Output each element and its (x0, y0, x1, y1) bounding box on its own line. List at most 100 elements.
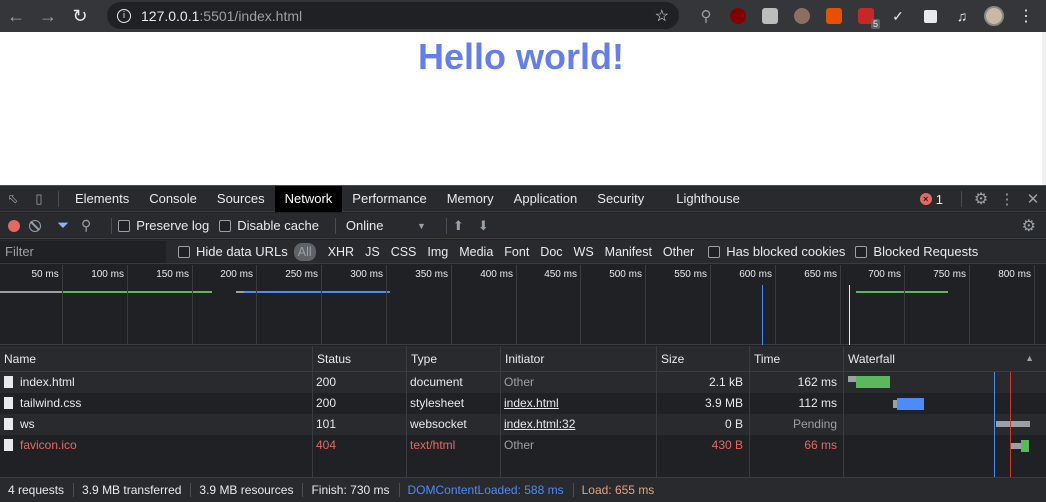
overview-tick-label: 200 ms (220, 269, 253, 280)
resources-size: 3.9 MB resources (191, 483, 304, 497)
more-options-icon[interactable]: ⋮ (994, 186, 1020, 212)
row-type: document (410, 375, 463, 389)
row-initiator-link[interactable]: index.html:32 (504, 414, 656, 435)
page-scrollbar[interactable] (1042, 32, 1046, 185)
throttling-select[interactable]: Online ▼ (346, 218, 426, 233)
overview-tick-label: 700 ms (868, 269, 901, 280)
row-initiator-link[interactable]: index.html (504, 393, 656, 414)
back-icon[interactable]: ← (0, 0, 32, 32)
checkbox-box[interactable] (855, 245, 868, 258)
extension-icon-3[interactable] (786, 0, 818, 32)
extension-icon-5[interactable]: 5 (850, 0, 882, 32)
settings-gear-icon[interactable]: ⚙ (968, 186, 994, 212)
filter-type-all[interactable]: All (293, 242, 316, 261)
column-type[interactable]: Type (406, 346, 500, 372)
disable-cache-checkbox[interactable]: Disable cache (219, 218, 319, 233)
tab-elements[interactable]: Elements (65, 186, 139, 212)
sort-ascending-icon[interactable]: ▲ (1025, 353, 1034, 363)
close-icon[interactable]: ✕ (1020, 186, 1046, 212)
tab-network[interactable]: Network (274, 185, 343, 212)
overview-bar-stylesheet (236, 291, 244, 293)
bookmark-star-icon[interactable]: ☆ (655, 6, 669, 26)
tab-lighthouse[interactable]: Lighthouse (666, 186, 750, 212)
filter-type-font[interactable]: Font (500, 243, 533, 261)
overview-gridline (840, 265, 841, 345)
checkbox-box[interactable] (118, 219, 131, 232)
filter-type-manifest[interactable]: Manifest (601, 243, 656, 261)
inspect-icon[interactable]: ⬁ (0, 186, 26, 212)
tab-security[interactable]: Security (587, 186, 654, 212)
checkbox-box[interactable] (219, 219, 232, 232)
filter-type-img[interactable]: Img (423, 243, 452, 261)
overview-bar-stylesheet-download (244, 291, 390, 293)
network-overview[interactable]: 50 ms 100 ms 150 ms 200 ms 250 ms 300 ms 350 m… (0, 265, 1046, 345)
import-har-icon[interactable]: ⬆ (453, 218, 464, 234)
tab-console[interactable]: Console (139, 186, 207, 212)
error-counter[interactable]: × 1 (919, 191, 943, 207)
search-icon[interactable]: ⚲ (81, 217, 91, 234)
column-name[interactable]: Name (0, 346, 312, 372)
tab-performance[interactable]: Performance (342, 186, 436, 212)
filter-funnel-icon[interactable]: ⏷ (57, 217, 69, 234)
overview-tick-label: 400 ms (480, 269, 513, 280)
export-har-icon[interactable]: ⬇ (478, 218, 489, 234)
overview-gridline (386, 265, 387, 345)
filter-type-ws[interactable]: WS (570, 243, 598, 261)
blocked-requests-checkbox[interactable]: Blocked Requests (855, 244, 978, 259)
forward-icon[interactable]: → (32, 0, 64, 32)
has-blocked-cookies-checkbox[interactable]: Has blocked cookies (708, 244, 845, 259)
filter-type-css[interactable]: CSS (387, 243, 421, 261)
overview-tick-label: 750 ms (933, 269, 966, 280)
transferred-size: 3.9 MB transferred (74, 483, 192, 497)
network-settings-gear-icon[interactable]: ⚙ (1022, 216, 1036, 236)
overview-tick-label: 650 ms (804, 269, 837, 280)
column-waterfall[interactable]: Waterfall (843, 346, 1046, 372)
column-time[interactable]: Time (749, 346, 843, 372)
filter-type-xhr[interactable]: XHR (324, 243, 358, 261)
media-icon[interactable]: ♫ (946, 0, 978, 32)
ublock-icon[interactable] (722, 0, 754, 32)
extension-icon-2[interactable] (754, 0, 786, 32)
overview-gridline (192, 265, 193, 345)
filter-type-media[interactable]: Media (455, 243, 497, 261)
waterfall-bar-favicon (1021, 440, 1029, 452)
checkbox-box[interactable] (708, 245, 721, 258)
checkbox-box[interactable] (178, 245, 190, 258)
throttling-value: Online (345, 218, 384, 233)
more-menu-icon[interactable]: ⋮ (1010, 0, 1042, 32)
tab-application[interactable]: Application (504, 186, 588, 212)
row-initiator: Other (504, 375, 535, 389)
filter-input[interactable]: Filter (0, 240, 166, 263)
column-divider (406, 372, 407, 477)
reload-icon[interactable]: ↻ (64, 0, 96, 32)
requests-table: Name Status Type Initiator Size Time Wat… (0, 346, 1046, 477)
site-info-icon[interactable]: i (117, 8, 131, 23)
overview-tick-label: 100 ms (91, 269, 124, 280)
column-initiator[interactable]: Initiator (500, 346, 656, 372)
checkmark-extension-icon[interactable]: ✓ (882, 0, 914, 32)
device-toolbar-icon[interactable]: ▯ (26, 186, 52, 212)
hide-data-urls-checkbox[interactable]: Hide data URLs (178, 244, 288, 259)
filter-type-other[interactable]: Other (659, 243, 698, 261)
tab-sources[interactable]: Sources (207, 186, 275, 212)
search-icon[interactable]: ⚲ (690, 0, 722, 32)
column-size[interactable]: Size (656, 346, 749, 372)
tab-memory[interactable]: Memory (437, 186, 504, 212)
extension-icon-4[interactable] (818, 0, 850, 32)
record-icon[interactable] (8, 219, 20, 232)
preserve-log-checkbox[interactable]: Preserve log (118, 218, 209, 233)
error-count: 1 (935, 191, 943, 207)
waterfall-bar-ws (996, 421, 1030, 427)
puzzle-icon[interactable] (914, 0, 946, 32)
address-bar[interactable]: i 127.0.0.1:5501/index.html ☆ (107, 2, 679, 29)
row-status: 200 (316, 375, 337, 389)
column-status[interactable]: Status (312, 346, 406, 372)
overview-tick-label: 250 ms (285, 269, 318, 280)
filter-type-doc[interactable]: Doc (536, 243, 566, 261)
row-name: favicon.ico (0, 435, 312, 456)
file-icon (4, 397, 13, 409)
clear-icon[interactable] (29, 219, 41, 232)
filter-type-js[interactable]: JS (361, 243, 384, 261)
avatar[interactable] (978, 0, 1010, 32)
overview-tick-label: 50 ms (31, 269, 59, 280)
